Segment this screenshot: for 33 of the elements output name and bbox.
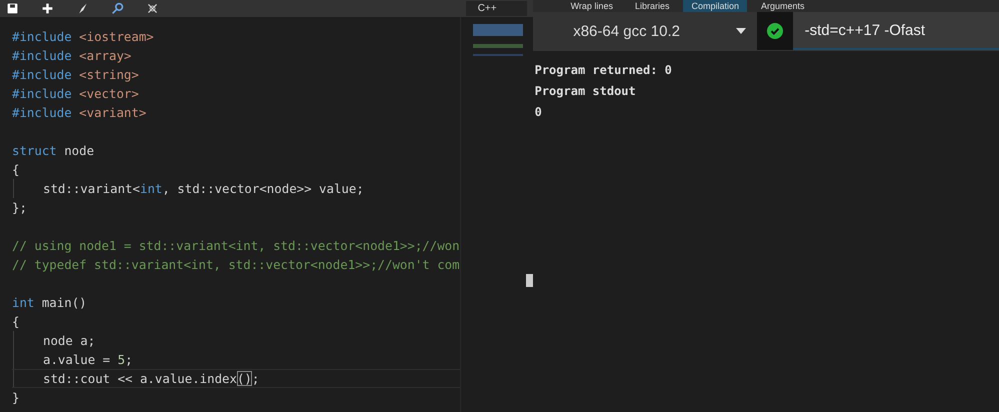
output-line: 0: [534, 104, 543, 121]
search-icon[interactable]: [111, 2, 124, 15]
code-line: std::cout << a.value.index();: [12, 369, 460, 388]
language-select[interactable]: C++: [466, 1, 527, 16]
code-line: {: [12, 161, 20, 179]
plus-icon[interactable]: [41, 2, 54, 15]
tab[interactable]: Libraries: [626, 0, 678, 12]
code-line: #include <vector>: [12, 85, 139, 103]
compiler-options-field[interactable]: -std=c++17 -Ofast: [792, 12, 999, 50]
code-line: node a;: [12, 331, 96, 350]
output-line: Program returned: 0: [534, 62, 673, 79]
compiler-dropdown[interactable]: x86-64 gcc 10.2: [532, 12, 757, 50]
code-line: #include <iostream>: [12, 28, 154, 46]
scrollbar-thumb[interactable]: [526, 274, 533, 287]
tab[interactable]: Arguments: [753, 0, 813, 12]
code-line: int main(): [12, 294, 87, 312]
output-line: Program stdout: [534, 83, 637, 100]
code-line: a.value = 5;: [12, 350, 133, 369]
code-line: struct node: [12, 142, 94, 160]
tab[interactable]: Wrap lines: [562, 0, 621, 12]
cross-icon[interactable]: [146, 2, 159, 15]
code-line: };: [12, 199, 27, 217]
code-line: {: [12, 313, 20, 331]
caret-icon: [736, 28, 746, 34]
code-line: #include <string>: [12, 66, 139, 84]
code-line: std::variant<int, std::vector<node>> value;: [12, 179, 364, 198]
code-line: #include <array>: [12, 47, 132, 65]
tab[interactable]: Compilation: [683, 0, 747, 12]
code-line: #include <variant>: [12, 104, 146, 122]
code-line: // typedef std::variant<int, std::vector<node1>>;//won't com: [12, 256, 460, 274]
code-line: // using node1 = std::variant<int, std::vector<node1>>;//won: [12, 237, 460, 255]
code-line: }: [12, 389, 20, 407]
save-icon[interactable]: [6, 2, 19, 15]
